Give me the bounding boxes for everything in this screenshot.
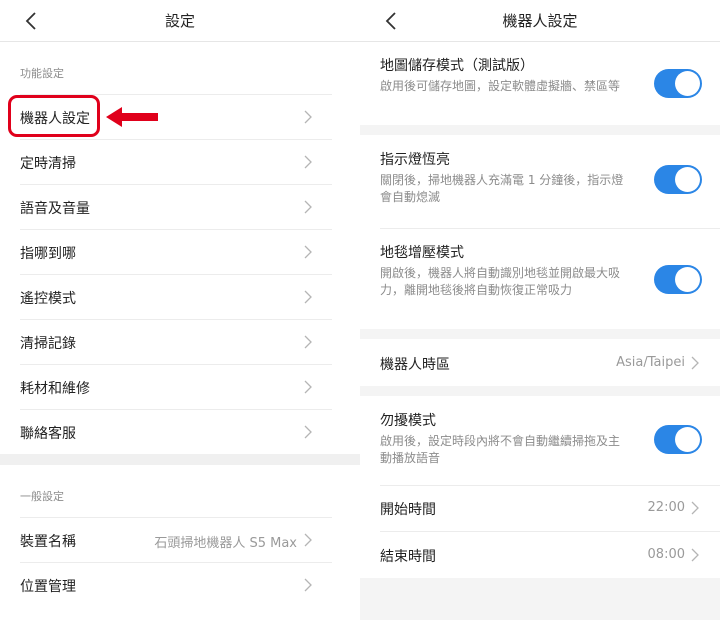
setting-title: 地毯增壓模式 [380, 245, 464, 261]
setting-map-save-mode: 地圖儲存模式（測試版） 啟用後可儲存地圖，設定軟體虛擬牆、禁區等 [360, 42, 720, 125]
setting-title: 機器人時區 [380, 357, 450, 373]
list-item-label: 耗材和維修 [20, 381, 90, 397]
list-item-voice-volume[interactable]: 語音及音量 [20, 184, 332, 229]
list-item-remote-control[interactable]: 遙控模式 [20, 274, 332, 319]
list-item-device-name[interactable]: 裝置名稱 石頭掃地機器人 S5 Max [20, 517, 332, 562]
setting-carpet-boost: 地毯增壓模式 開啟後，機器人將自動識別地毯並開啟最大吸力，離開地毯後將自動恢復正… [360, 229, 720, 329]
function-settings-list: 機器人設定 定時清掃 語音及音量 指哪到哪 遙控模式 清掃記錄 耗材和維修 聯絡… [20, 94, 332, 454]
setting-description: 開啟後，機器人將自動識別地毯並開啟最大吸力，離開地毯後將自動恢復正常吸力 [380, 266, 621, 297]
setting-do-not-disturb: 勿擾模式 啟用後，設定時段內將不會自動繼續掃拖及主動播放語音 [360, 396, 720, 486]
list-item-robot-settings[interactable]: 機器人設定 [20, 94, 332, 139]
section-divider [0, 454, 360, 465]
setting-description: 啟用後，設定時段內將不會自動繼續掃拖及主動播放語音 [380, 434, 621, 465]
do-not-disturb-toggle[interactable] [654, 425, 702, 454]
setting-start-time[interactable]: 開始時間 22:00 [360, 486, 720, 532]
list-item-go-to[interactable]: 指哪到哪 [20, 229, 332, 274]
toggle-knob [675, 427, 700, 452]
list-item-label: 指哪到哪 [20, 246, 76, 262]
nav-bar: 設定 [0, 0, 360, 42]
robot-settings-screen: 機器人設定 地圖儲存模式（測試版） 啟用後可儲存地圖，設定軟體虛擬牆、禁區等 指… [360, 0, 720, 620]
page-title: 機器人設定 [502, 12, 578, 30]
list-item-label: 語音及音量 [20, 201, 90, 217]
list-item-label: 機器人設定 [20, 111, 90, 127]
chevron-right-icon [304, 155, 312, 169]
chevron-right-icon [304, 290, 312, 304]
nav-bar: 機器人設定 [360, 0, 720, 42]
setting-description: 啟用後可儲存地圖，設定軟體虛擬牆、禁區等 [380, 79, 621, 93]
section-divider [360, 386, 720, 396]
list-item-maintenance[interactable]: 耗材和維修 [20, 364, 332, 409]
setting-description: 關閉後，掃地機器人充滿電 1 分鐘後，指示燈會自動熄滅 [380, 173, 624, 204]
list-item-label: 清掃記錄 [20, 336, 76, 352]
page-title: 設定 [164, 12, 195, 30]
setting-title: 開始時間 [380, 502, 436, 518]
chevron-right-icon [304, 533, 312, 547]
section-divider [360, 125, 720, 135]
section-divider [360, 329, 720, 339]
toggle-knob [675, 167, 700, 192]
list-item-label: 定時清掃 [20, 156, 76, 172]
setting-title: 地圖儲存模式（測試版） [380, 58, 534, 74]
list-item-label: 聯絡客服 [20, 426, 76, 442]
setting-indicator-light: 指示燈恆亮 關閉後，掃地機器人充滿電 1 分鐘後，指示燈會自動熄滅 [360, 135, 720, 229]
device-name-value: 石頭掃地機器人 S5 Max [154, 536, 297, 551]
chevron-right-icon [304, 245, 312, 259]
setting-title: 勿擾模式 [380, 413, 436, 429]
chevron-right-icon [304, 425, 312, 439]
chevron-right-icon [304, 578, 312, 592]
setting-title: 結束時間 [380, 549, 436, 565]
carpet-boost-toggle[interactable] [654, 265, 702, 294]
chevron-right-icon [691, 501, 699, 515]
start-time-value: 22:00 [647, 500, 685, 515]
list-item-customer-service[interactable]: 聯絡客服 [20, 409, 332, 454]
timezone-value: Asia/Taipei [616, 355, 685, 370]
end-time-value: 08:00 [647, 547, 685, 562]
setting-end-time[interactable]: 結束時間 08:00 [360, 532, 720, 578]
list-item-label: 裝置名稱 [20, 534, 76, 550]
chevron-right-icon [304, 110, 312, 124]
toggle-knob [675, 267, 700, 292]
section-header-general: 一般設定 [0, 465, 360, 517]
chevron-right-icon [304, 335, 312, 349]
list-item-scheduled-cleaning[interactable]: 定時清掃 [20, 139, 332, 184]
map-save-toggle[interactable] [654, 69, 702, 98]
indicator-light-toggle[interactable] [654, 165, 702, 194]
setting-title: 指示燈恆亮 [380, 152, 450, 168]
chevron-right-icon [691, 548, 699, 562]
settings-screen: 設定 功能設定 機器人設定 定時清掃 語音及音量 指哪到哪 遙控模式 清掃記錄 … [0, 0, 360, 620]
setting-robot-timezone[interactable]: 機器人時區 Asia/Taipei [360, 339, 720, 386]
section-header-function: 功能設定 [0, 42, 360, 94]
chevron-right-icon [304, 380, 312, 394]
toggle-knob [675, 71, 700, 96]
list-item-location-management[interactable]: 位置管理 [20, 562, 332, 607]
chevron-right-icon [304, 200, 312, 214]
list-item-cleaning-history[interactable]: 清掃記錄 [20, 319, 332, 364]
list-item-label: 遙控模式 [20, 291, 76, 307]
chevron-right-icon [691, 356, 699, 370]
general-settings-list: 裝置名稱 石頭掃地機器人 S5 Max 位置管理 [20, 517, 332, 607]
list-item-label: 位置管理 [20, 579, 76, 595]
